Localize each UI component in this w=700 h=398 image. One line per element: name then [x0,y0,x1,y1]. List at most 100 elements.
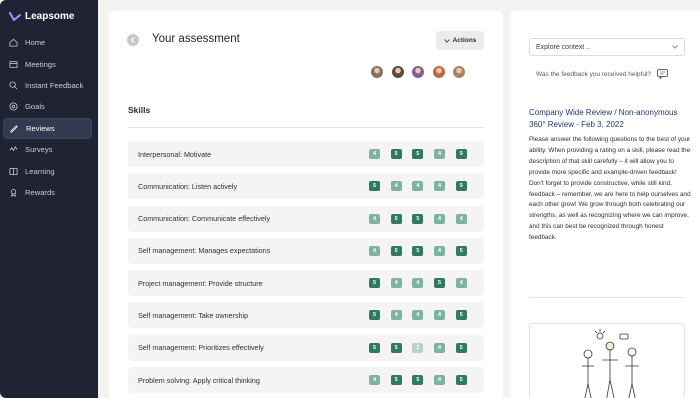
sidebar-item-instant-feedback[interactable]: Instant Feedback [3,75,92,96]
leapsome-logo-icon [9,11,21,21]
score-badges: 54445 [369,181,467,192]
skill-row[interactable]: Problem solving: Apply critical thinking… [128,367,484,394]
score-badge: 5 [455,149,467,159]
page-title: Your assessment [152,33,240,45]
chevron-down-icon [672,45,678,49]
skill-row[interactable]: Project management: Provide structure 5 4 4… [128,270,484,297]
sidebar-item-home[interactable]: Home [3,32,92,53]
score-badge: 4 [434,149,446,159]
brand-logo[interactable]: Leapsome [9,11,74,22]
meetings-icon [9,60,18,68]
avatar[interactable] [390,65,405,79]
score-badge: 5 [390,245,402,256]
skill-label: Project management: Provide structure [138,278,263,288]
chat-bubble-icon[interactable] [657,69,669,79]
score-badge: 5 [412,213,424,224]
score-badge: 4 [369,375,380,386]
skill-row[interactable]: Communication: Listen actively 5 4 4 4 5 [128,173,484,200]
reviews-icon [10,124,18,133]
score-badge: 2 [412,342,424,353]
actions-label: Actions [452,37,477,44]
people-illustration [582,329,639,398]
actions-button[interactable]: Actions [436,31,484,50]
divider [529,297,685,298]
score-badge: 5 [369,181,380,192]
skill-row[interactable]: Self management: Manages expectations 4 5 5… [128,237,484,264]
sidebar-item-label: Goals [25,102,45,112]
score-badge: 4 [390,278,402,289]
feedback-icon [9,81,18,90]
sidebar-item-goals[interactable]: Goals [3,96,92,117]
skill-label: Self management: Prioritizes effectively [138,343,264,353]
sidebar-item-label: Meetings [25,59,56,69]
score-badges: 45545 [369,245,467,256]
score-badge: 5 [455,310,467,321]
skill-label: Communication: Listen actively [138,181,238,191]
goals-icon [9,102,18,111]
skill-label: Self management: Take ownership [138,310,249,320]
score-badge: 5 [455,245,467,256]
explore-context-select[interactable]: Explore context .. [529,38,685,56]
score-badge: 4 [390,310,402,321]
sidebar-item-rewards[interactable]: Rewards [3,182,92,203]
rewards-icon [10,188,17,197]
chevron-down-icon [443,38,450,43]
score-badge: 5 [434,278,446,289]
skills-heading: Skills [128,105,151,115]
sidebar-item-label: Surveys [25,145,53,155]
sidebar-item-surveys[interactable]: Surveys [3,139,92,160]
review-title: Company Wide Review / Non-anonymous 360°… [529,108,678,129]
chevron-left-icon [130,37,135,43]
score-badge: 4 [390,181,402,192]
helpful-question: Was the feedback you received helpful? [536,70,652,78]
learning-icon [9,167,18,175]
score-badge: 5 [412,245,424,256]
score-badge: 5 [369,278,380,289]
score-badge: 4 [455,213,467,224]
skill-row[interactable]: Self management: Take ownership 5 4 4 4 5 [128,302,484,329]
sidebar-item-label: Home [25,38,46,48]
score-badge: 4 [369,149,380,159]
sidebar-item-reviews[interactable]: Reviews [3,117,92,139]
assessment-panel: Your assessment Actions Skills Interpers… [109,11,503,398]
score-badge: 4 [369,213,380,224]
score-badge: 5 [455,375,467,386]
skill-row[interactable]: Self management: Prioritizes effectively… [128,334,484,361]
explore-context-value: Explore context .. [536,43,591,51]
score-badges: 45545 [369,149,467,159]
score-badge: 5 [390,375,402,386]
score-badge: 5 [390,213,402,224]
score-badge: 5 [412,149,424,159]
score-badge: 5 [390,149,402,159]
surveys-icon [9,146,18,152]
skill-label: Problem solving: Apply critical thinking [138,375,260,385]
avatar[interactable] [411,65,425,79]
skill-row[interactable]: Communication: Communicate effectively 4 5… [128,205,484,232]
score-badge: 5 [412,375,424,386]
sidebar-nav: Home Meetings Instant Feedback Goals Reviews… [3,32,92,203]
review-description: Please answer the following questions to… [529,136,691,242]
avatar[interactable] [452,65,466,79]
avatar[interactable] [431,65,446,79]
score-badge: 5 [455,181,467,192]
sidebar-item-meetings[interactable]: Meetings [3,53,92,74]
score-badges: 54454 [369,278,467,289]
sidebar-item-learning[interactable]: Learning [3,160,92,181]
avatar[interactable] [370,65,384,79]
divider [128,127,484,128]
score-badge: 4 [412,310,424,321]
score-badge: 5 [455,342,467,353]
skill-row[interactable]: Interpersonal: Motivate 4 5 5 4 5 [128,141,484,167]
feedback-helpful-prompt: Was the feedback you received helpful? [536,69,669,79]
sidebar-item-label: Rewards [25,187,55,197]
back-button[interactable] [127,34,139,46]
score-badge: 4 [434,342,446,353]
team-illustration [529,323,685,398]
brand-name: Leapsome [25,11,75,22]
skills-list: Interpersonal: Motivate 4 5 5 4 5 Communicatio… [128,141,484,398]
context-panel: Explore context .. Was the feedback you … [510,11,700,398]
sidebar-item-label: Learning [25,166,55,176]
reviewer-avatars [370,65,466,79]
score-badge: 4 [434,375,446,386]
score-badge: 5 [369,342,380,353]
